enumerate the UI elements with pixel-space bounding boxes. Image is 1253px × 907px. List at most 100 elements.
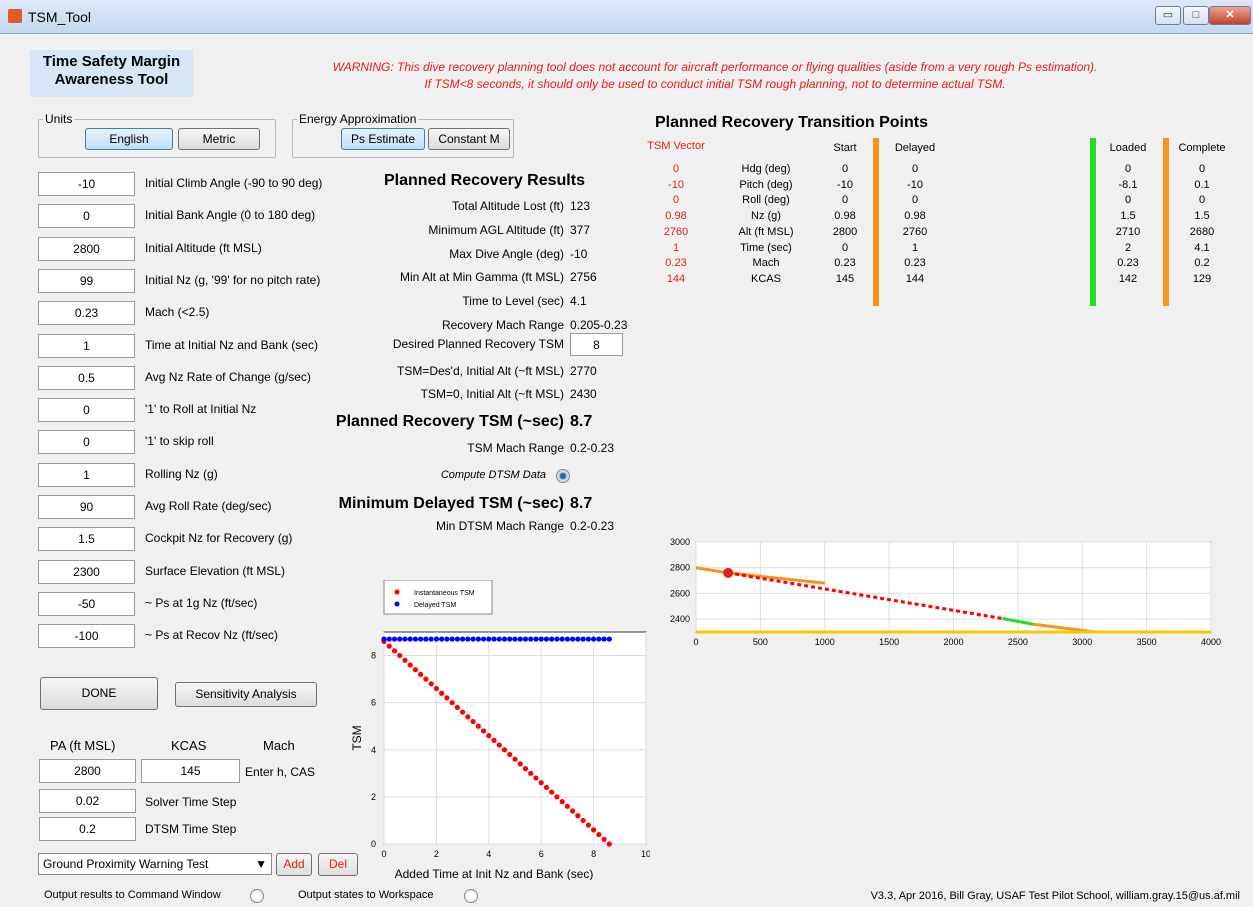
output-command-window-label: Output results to Command Window xyxy=(44,889,221,901)
add-scenario-button[interactable]: Add xyxy=(276,853,312,876)
x-tick-label: 2500 xyxy=(1008,637,1028,647)
min-dtsm-value: 8.7 xyxy=(570,495,593,512)
output-command-window-radio[interactable] xyxy=(250,889,264,903)
transition-complete-cell: 0.1 xyxy=(1194,178,1210,191)
transition-complete-cell: 0 xyxy=(1198,163,1206,175)
transition-vec-cell: 0 xyxy=(672,163,680,175)
param-input[interactable]: -100 xyxy=(38,624,135,649)
data-point xyxy=(507,636,513,642)
transition-loaded-cell: 142 xyxy=(1118,272,1138,285)
planned-tsm-value: 8.7 xyxy=(570,413,593,430)
param-input[interactable]: 1 xyxy=(38,333,135,358)
transition-label-cell: Alt (ft MSL) xyxy=(738,225,794,238)
app-title-line1: Time Safety Margin xyxy=(42,53,181,70)
sensitivity-analysis-button[interactable]: Sensitivity Analysis xyxy=(175,682,317,707)
param-label: '1' to Roll at Initial Nz xyxy=(145,402,257,417)
close-button[interactable]: ✕ xyxy=(1209,6,1251,25)
mach-header: Mach xyxy=(263,738,295,753)
warning-line1: WARNING: This dive recovery planning too… xyxy=(332,60,1098,74)
warning-line2: If TSM<8 seconds, it should only be used… xyxy=(424,77,1006,91)
param-input[interactable]: 0.5 xyxy=(38,365,135,390)
data-point xyxy=(423,676,429,682)
data-point xyxy=(480,636,487,642)
data-point xyxy=(564,803,570,809)
output-workspace-label: Output states to Workspace xyxy=(298,889,434,901)
transition-start-cell: 0 xyxy=(841,241,849,254)
transition-delayed-cell: 1 xyxy=(911,241,919,254)
param-label: '1' to skip roll xyxy=(145,434,214,449)
pa-input[interactable]: 2800 xyxy=(39,759,136,783)
legend-delayed-label: Delayed TSM xyxy=(414,602,456,609)
energy-legend: Energy Approximation xyxy=(299,112,417,126)
min-dtsm-mach-value: 0.2-0.23 xyxy=(570,519,615,533)
transition-complete-cell: 0 xyxy=(1198,194,1206,207)
param-input[interactable]: 0.23 xyxy=(38,301,135,326)
metric-button[interactable]: Metric xyxy=(178,128,260,150)
data-point xyxy=(559,799,565,805)
param-input[interactable]: 99 xyxy=(38,268,135,293)
solver-time-step-input[interactable]: 0.02 xyxy=(39,789,136,813)
data-point xyxy=(528,636,534,642)
param-input[interactable]: -50 xyxy=(38,591,135,616)
data-point xyxy=(543,784,550,791)
data-point xyxy=(564,636,570,642)
constant-m-button[interactable]: Constant M xyxy=(428,128,510,150)
param-input[interactable]: 0 xyxy=(38,398,135,423)
maximize-button[interactable]: □ xyxy=(1183,6,1209,25)
english-button[interactable]: English xyxy=(85,128,173,150)
tsm-vector-header: TSM Vector xyxy=(647,140,705,152)
transition-delayed-cell: -10 xyxy=(907,178,923,191)
data-point xyxy=(570,636,576,642)
param-input[interactable]: 1 xyxy=(38,462,135,487)
data-point xyxy=(391,648,398,654)
param-input[interactable]: 0 xyxy=(38,204,135,229)
scenario-dropdown[interactable]: Ground Proximity Warning Test ▼ xyxy=(38,853,272,875)
data-point xyxy=(386,636,392,642)
minimize-button[interactable]: ▭ xyxy=(1155,6,1181,25)
transition-complete-cell: 1.5 xyxy=(1194,210,1210,223)
x-tick-label: 2 xyxy=(434,849,439,859)
data-point xyxy=(460,636,466,642)
complete-color-bar xyxy=(1163,138,1169,306)
transition-delayed-cell: 0.23 xyxy=(904,257,926,270)
param-input[interactable]: 90 xyxy=(38,495,135,519)
param-input[interactable]: 1.5 xyxy=(38,527,135,552)
data-point xyxy=(512,756,518,762)
data-point xyxy=(554,636,560,642)
min-dtsm-mach-label: Min DTSM Mach Range xyxy=(435,519,564,533)
param-input[interactable]: 2800 xyxy=(38,236,135,261)
data-point xyxy=(433,685,439,692)
data-point xyxy=(439,690,445,696)
ps-estimate-button[interactable]: Ps Estimate xyxy=(341,128,425,150)
param-input[interactable]: 2300 xyxy=(38,559,135,584)
data-point xyxy=(418,636,424,642)
data-point xyxy=(549,789,555,795)
start-header: Start xyxy=(833,142,857,154)
data-point xyxy=(444,636,450,642)
transition-start-cell: 0.23 xyxy=(834,257,856,270)
data-point xyxy=(412,667,419,673)
compute-dtsm-radio[interactable] xyxy=(556,469,570,483)
done-button[interactable]: DONE xyxy=(40,677,158,710)
data-point xyxy=(512,636,518,642)
kcas-input[interactable]: 145 xyxy=(141,759,240,783)
param-input[interactable]: 0 xyxy=(38,430,135,455)
dtsm-time-step-input[interactable]: 0.2 xyxy=(39,817,136,841)
data-point xyxy=(591,827,597,833)
min-dtsm-label: Minimum Delayed TSM (~sec) xyxy=(338,495,564,512)
data-point xyxy=(449,700,455,706)
desired-tsm-input[interactable]: 8 xyxy=(570,333,623,356)
param-input[interactable]: -10 xyxy=(38,172,135,196)
data-point xyxy=(522,636,529,642)
data-point xyxy=(475,723,481,729)
transition-vec-cell: 0.23 xyxy=(665,257,687,270)
output-workspace-radio[interactable] xyxy=(464,889,478,903)
data-point xyxy=(407,662,413,668)
data-point xyxy=(585,822,591,828)
tsm-mach-range-label: TSM Mach Range xyxy=(467,441,564,455)
transition-loaded-cell: 0 xyxy=(1124,163,1132,175)
data-point xyxy=(517,761,523,767)
param-label: Initial Nz (g, '99' for no pitch rate) xyxy=(145,272,321,287)
param-label: Rolling Nz (g) xyxy=(145,466,218,481)
transition-delayed-cell: 0 xyxy=(911,194,919,207)
